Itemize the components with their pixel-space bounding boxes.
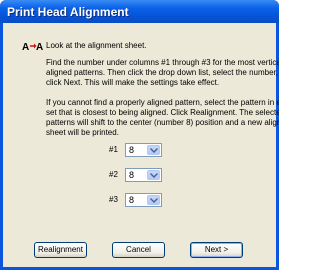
svg-text:A: A bbox=[22, 42, 29, 52]
para1-line-3: click Next. This will make the settings … bbox=[46, 78, 220, 87]
column-2-dropdown[interactable]: 8 bbox=[125, 168, 162, 182]
column-1-value: 8 bbox=[129, 145, 135, 155]
cancel-button[interactable]: Cancel bbox=[112, 242, 165, 258]
selector-label-1: #1 bbox=[109, 145, 118, 154]
next-button[interactable]: Next > bbox=[190, 242, 243, 258]
realignment-button[interactable]: Realignment bbox=[34, 242, 87, 258]
window-title: Print Head Alignment bbox=[7, 5, 129, 19]
para1-line-1: Find the number under columns #1 through… bbox=[46, 58, 279, 67]
column-1-dropdown[interactable]: 8 bbox=[125, 143, 162, 157]
para2-line-1: If you cannot find a properly aligned pa… bbox=[46, 98, 279, 107]
selector-label-2: #2 bbox=[109, 170, 118, 179]
selector-label-3: #3 bbox=[109, 195, 118, 204]
para2-line-2: set that is closest to being aligned. Cl… bbox=[46, 108, 279, 117]
column-3-dropdown[interactable]: 8 bbox=[125, 193, 162, 207]
print-head-alignment-icon: A A bbox=[22, 42, 43, 52]
dialog-body: A A Look at the alignment sheet. Find th… bbox=[3, 23, 279, 267]
column-3-value: 8 bbox=[129, 195, 135, 205]
chevron-down-icon[interactable] bbox=[147, 145, 160, 155]
title-bar[interactable]: Print Head Alignment bbox=[0, 0, 279, 23]
lead-text: Look at the alignment sheet. bbox=[46, 41, 147, 50]
chevron-down-icon[interactable] bbox=[147, 195, 160, 205]
chevron-down-icon[interactable] bbox=[147, 170, 160, 180]
dialog-window: Print Head Alignment A A Look at the ali… bbox=[0, 0, 279, 270]
para2-line-4: sheet will be printed. bbox=[46, 128, 119, 137]
para2-line-3: patterns will shift to the center (numbe… bbox=[46, 118, 279, 127]
para1-line-2: aligned patterns. Then click the drop do… bbox=[46, 68, 279, 77]
svg-text:A: A bbox=[36, 42, 43, 52]
column-2-value: 8 bbox=[129, 170, 135, 180]
